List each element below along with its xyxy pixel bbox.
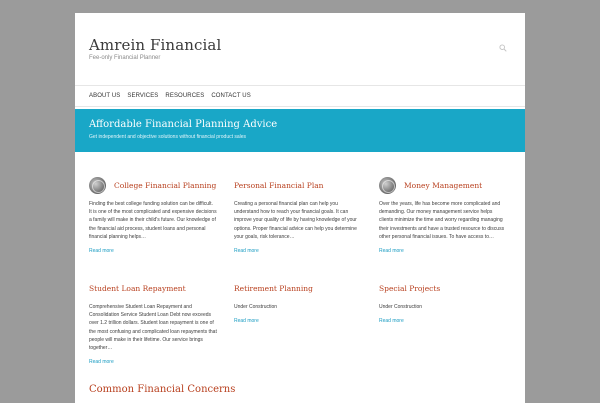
read-more-link[interactable]: Read more	[234, 318, 362, 324]
card-header: Student Loan Repayment	[89, 279, 217, 297]
card-title[interactable]: College Financial Planning	[114, 181, 216, 190]
read-more-link[interactable]: Read more	[89, 248, 217, 254]
search-icon[interactable]	[499, 39, 507, 52]
site-tagline: Fee-only Financial Planner	[89, 55, 161, 61]
read-more-link[interactable]: Read more	[379, 318, 507, 324]
card-excerpt: Over the years, life has become more com…	[379, 201, 505, 240]
card-student-loan-repayment: Student Loan Repayment Comprehensive Stu…	[89, 279, 217, 366]
card-title[interactable]: Special Projects	[379, 284, 440, 293]
banner-subtitle: Get independent and objective solutions …	[89, 134, 247, 140]
money-thumbnail-icon	[379, 176, 396, 194]
page-container: Amrein Financial Fee-only Financial Plan…	[75, 13, 525, 403]
nav-item-resources[interactable]: RESOURCES	[165, 92, 204, 100]
read-more-link[interactable]: Read more	[379, 248, 507, 254]
card-header: College Financial Planning	[89, 176, 217, 194]
card-header: Personal Financial Plan	[234, 176, 362, 194]
card-money-management: Money Management Over the years, life ha…	[379, 176, 507, 254]
card-header: Special Projects	[379, 279, 507, 297]
card-excerpt: Under Construction	[234, 304, 278, 310]
nav-divider	[75, 106, 525, 107]
hero-banner: Affordable Financial Planning Advice Get…	[75, 109, 525, 152]
nav-item-about-us[interactable]: ABOUT US	[89, 92, 120, 100]
section-title: Common Financial Concerns	[89, 384, 236, 395]
card-header: Retirement Planning	[234, 279, 362, 297]
nav-item-services[interactable]: SERVICES	[127, 92, 158, 100]
site-title[interactable]: Amrein Financial	[89, 36, 221, 54]
card-title[interactable]: Personal Financial Plan	[234, 181, 324, 190]
card-title[interactable]: Money Management	[404, 181, 482, 190]
card-header: Money Management	[379, 176, 507, 194]
card-college-financial-planning: College Financial Planning Finding the b…	[89, 176, 217, 254]
card-excerpt: Creating a personal financial plan can h…	[234, 201, 357, 240]
card-special-projects: Special Projects Under Construction Read…	[379, 279, 507, 325]
read-more-link[interactable]: Read more	[89, 359, 217, 365]
card-title[interactable]: Retirement Planning	[234, 284, 313, 293]
card-excerpt: Finding the best college funding solutio…	[89, 201, 217, 240]
header-divider	[75, 85, 525, 86]
nav-item-contact-us[interactable]: CONTACT US	[211, 92, 250, 100]
college-thumbnail-icon	[89, 176, 106, 194]
banner-title: Affordable Financial Planning Advice	[89, 119, 278, 130]
card-title[interactable]: Student Loan Repayment	[89, 284, 186, 293]
main-nav: ABOUT US SERVICES RESOURCES CONTACT US	[89, 92, 258, 100]
card-personal-financial-plan: Personal Financial Plan Creating a perso…	[234, 176, 362, 255]
card-excerpt: Under Construction	[379, 304, 423, 310]
read-more-link[interactable]: Read more	[234, 248, 362, 254]
card-retirement-planning: Retirement Planning Under Construction R…	[234, 279, 362, 325]
card-excerpt: Comprehensive Student Loan Repayment and…	[89, 304, 217, 352]
